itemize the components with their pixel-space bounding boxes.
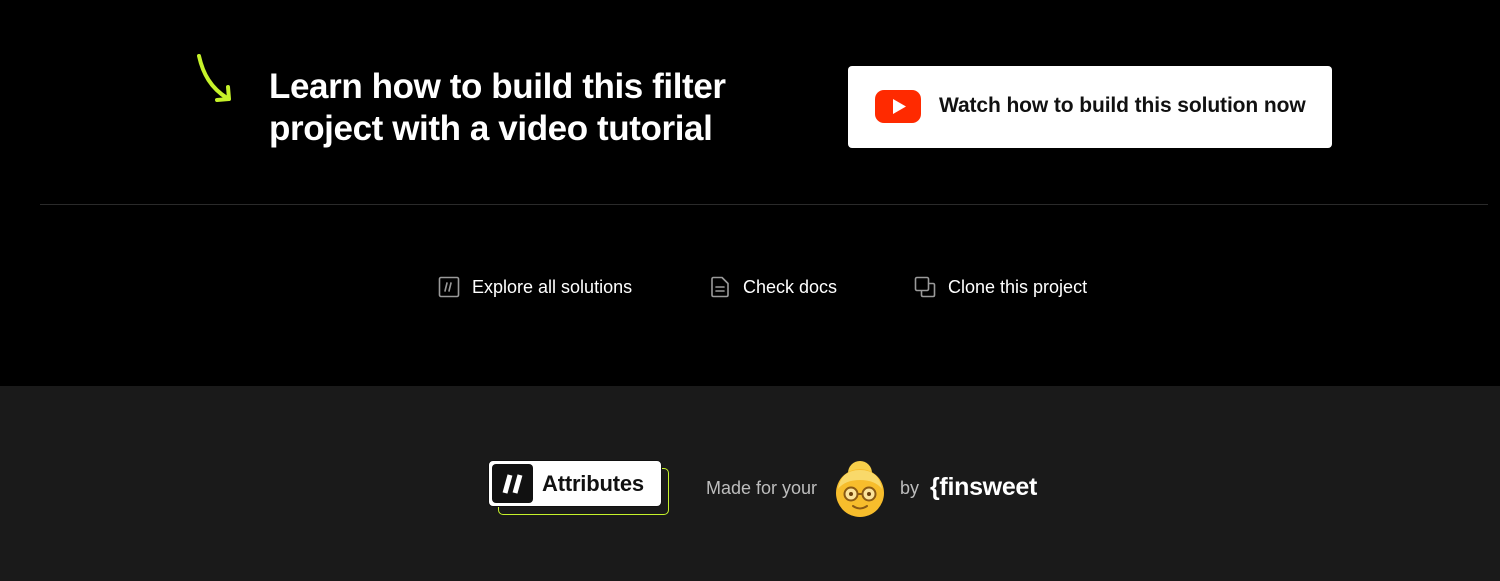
badge-body: Attributes bbox=[488, 460, 662, 507]
watch-tutorial-button[interactable]: Watch how to build this solution now bbox=[848, 66, 1332, 148]
attributes-badge[interactable]: Attributes bbox=[488, 460, 670, 516]
explore-solutions-label: Explore all solutions bbox=[472, 276, 633, 297]
attributes-label: Attributes bbox=[542, 471, 644, 496]
by-text: by bbox=[900, 478, 920, 498]
grandma-emoji-icon bbox=[836, 461, 884, 517]
clone-icon bbox=[914, 276, 936, 298]
resource-links: Explore all solutions Check docs Clone t… bbox=[0, 272, 1500, 302]
section-divider bbox=[40, 204, 1488, 205]
document-icon bbox=[711, 276, 729, 298]
attributes-logo-icon bbox=[492, 464, 533, 503]
tutorial-headline: Learn how to build this filter project w… bbox=[269, 67, 726, 148]
attributes-square-icon bbox=[438, 276, 460, 298]
made-for-text: Made for your bbox=[706, 478, 818, 498]
check-docs-link[interactable]: Check docs bbox=[709, 272, 837, 302]
finsweet-logo[interactable]: {finsweet bbox=[930, 473, 1037, 502]
curved-arrow-icon bbox=[197, 54, 231, 102]
check-docs-label: Check docs bbox=[743, 276, 838, 297]
explore-solutions-link[interactable]: Explore all solutions bbox=[438, 272, 632, 302]
clone-project-label: Clone this project bbox=[948, 276, 1088, 297]
watch-button-label: Watch how to build this solution now bbox=[939, 94, 1306, 117]
clone-project-link[interactable]: Clone this project bbox=[914, 272, 1087, 302]
youtube-play-icon bbox=[875, 90, 921, 123]
tutorial-section: Learn how to build this filter project w… bbox=[0, 0, 1500, 386]
